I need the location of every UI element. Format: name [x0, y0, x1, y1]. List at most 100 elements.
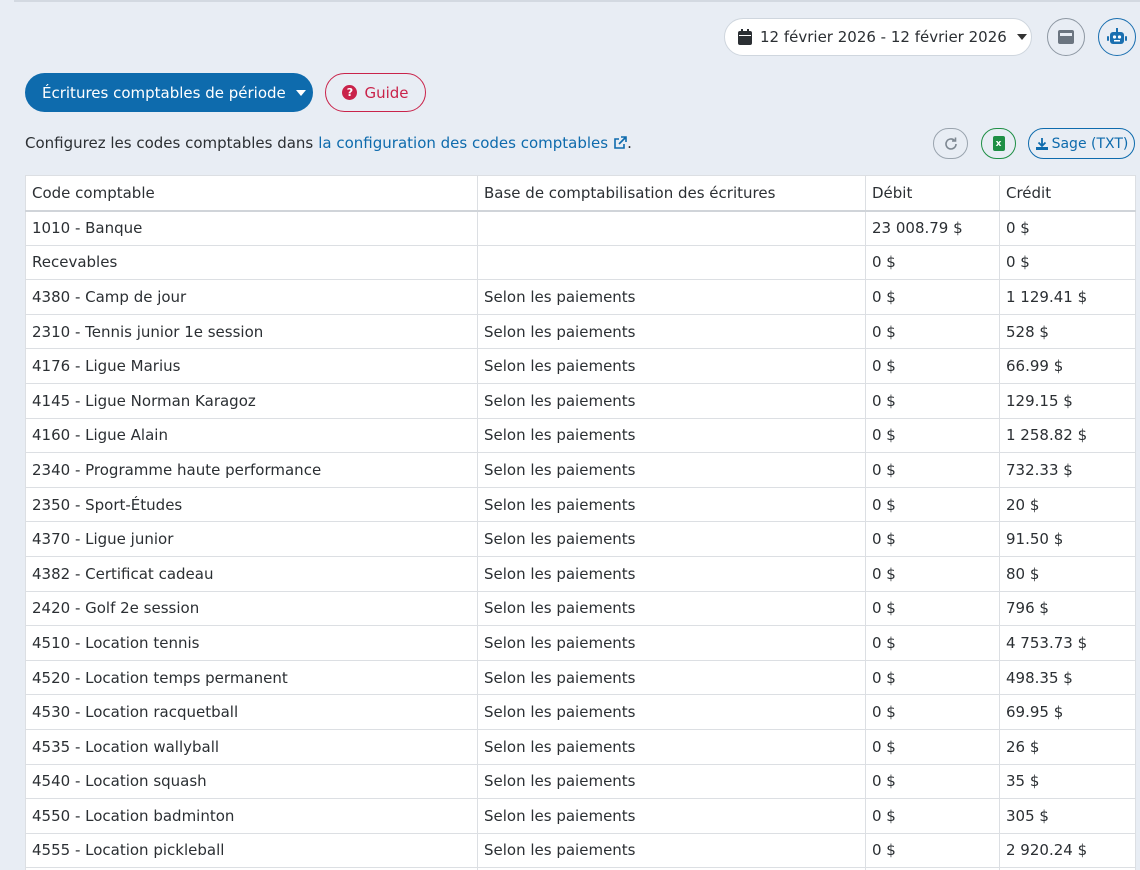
- table-row: 4370 - Ligue junior Selon les paiements 0 …: [25, 521, 1136, 557]
- refresh-button[interactable]: [933, 128, 968, 159]
- export-excel-button[interactable]: x: [981, 128, 1016, 159]
- date-range-picker[interactable]: 12 février 2026 - 12 février 2026: [724, 18, 1032, 56]
- cell-credit: 26 $: [999, 728, 1136, 765]
- cell-code: 2340 - Programme haute performance: [25, 452, 478, 488]
- cell-credit: 1 258.82 $: [999, 417, 1136, 454]
- cell-debit: 0 $: [865, 625, 1000, 661]
- cell-debit: 0 $: [865, 486, 1000, 523]
- cell-basis: Selon les paiements: [477, 486, 866, 523]
- cell-basis: Selon les paiements: [477, 728, 866, 765]
- header-basis[interactable]: Base de comptabilisation des écritures: [477, 175, 866, 212]
- cell-code: 1010 - Banque: [25, 210, 478, 246]
- export-sage-button[interactable]: Sage (TXT): [1028, 128, 1135, 159]
- header-code[interactable]: Code comptable: [25, 175, 478, 212]
- table-row: 4510 - Location tennis Selon les paiement…: [25, 625, 1136, 661]
- table-row: 4380 - Camp de jour Selon les paiements 0 …: [25, 279, 1136, 315]
- header-credit[interactable]: Crédit: [999, 175, 1136, 212]
- cell-code: 4555 - Location pickleball: [25, 832, 478, 869]
- cell-debit: 0 $: [865, 279, 1000, 315]
- cell-code: 4380 - Camp de jour: [25, 279, 478, 315]
- cell-credit: 4 753.73 $: [999, 625, 1136, 661]
- cell-code: 4550 - Location badminton: [25, 798, 478, 834]
- cell-code: 2420 - Golf 2e session: [25, 590, 478, 627]
- cell-debit: 0 $: [865, 521, 1000, 557]
- cell-code: 4370 - Ligue junior: [25, 521, 478, 557]
- cell-basis: Selon les paiements: [477, 521, 866, 557]
- cell-credit: 91.50 $: [999, 521, 1136, 557]
- cell-debit: 0 $: [865, 244, 1000, 281]
- cell-credit: 498.35 $: [999, 659, 1136, 696]
- printer-icon: [1058, 30, 1074, 44]
- cell-debit: 0 $: [865, 728, 1000, 765]
- accounting-entries-table-wrapper: Code comptable Base de comptabilisation …: [25, 175, 1136, 870]
- table-row: 2340 - Programme haute performance Selon …: [25, 452, 1136, 488]
- cell-credit: 0 $: [999, 210, 1136, 246]
- cell-code: 4510 - Location tennis: [25, 625, 478, 661]
- hint-text: Configurez les codes comptables dans: [25, 134, 314, 152]
- table-row: 4145 - Ligue Norman Karagoz Selon les pai…: [25, 382, 1136, 419]
- cell-credit: 0 $: [999, 244, 1136, 281]
- table-row: 4176 - Ligue Marius Selon les paiements 0 …: [25, 348, 1136, 384]
- accounting-codes-config-link[interactable]: la configuration des codes comptables: [318, 134, 608, 152]
- calendar-icon: [738, 29, 752, 45]
- cell-debit: 0 $: [865, 590, 1000, 627]
- cell-code: 4176 - Ligue Marius: [25, 348, 478, 384]
- cell-code: 4535 - Location wallyball: [25, 728, 478, 765]
- cell-basis: Selon les paiements: [477, 694, 866, 730]
- table-row: 4550 - Location badminton Selon les paiem…: [25, 798, 1136, 834]
- table-row: 4555 - Location pickleball Selon les paie…: [25, 832, 1136, 869]
- cell-code: Recevables: [25, 244, 478, 281]
- assistant-button[interactable]: [1098, 18, 1136, 56]
- refresh-icon: [944, 137, 957, 150]
- header-debit[interactable]: Débit: [865, 175, 1000, 212]
- cell-basis: Selon les paiements: [477, 313, 866, 350]
- cell-credit: 35 $: [999, 763, 1136, 800]
- cell-debit: 0 $: [865, 763, 1000, 800]
- cell-debit: 0 $: [865, 313, 1000, 350]
- table-row: 4382 - Certificat cadeau Selon les paieme…: [25, 555, 1136, 592]
- cell-debit: 0 $: [865, 382, 1000, 419]
- download-icon: [1035, 137, 1048, 150]
- cell-basis: Selon les paiements: [477, 555, 866, 592]
- external-link-icon[interactable]: [613, 136, 627, 150]
- print-button[interactable]: [1047, 18, 1085, 56]
- cell-credit: 528 $: [999, 313, 1136, 350]
- top-divider: [14, 0, 1140, 2]
- guide-button[interactable]: ? Guide: [325, 73, 426, 112]
- cell-basis: Selon les paiements: [477, 382, 866, 419]
- cell-debit: 0 $: [865, 555, 1000, 592]
- table-row: 1010 - Banque 23 008.79 $0 $: [25, 210, 1136, 246]
- cell-credit: 66.99 $: [999, 348, 1136, 384]
- cell-basis: [477, 210, 866, 246]
- cell-debit: 0 $: [865, 348, 1000, 384]
- cell-basis: Selon les paiements: [477, 590, 866, 627]
- period-entries-dropdown[interactable]: Écritures comptables de période: [25, 73, 313, 112]
- chevron-down-icon: [295, 89, 306, 96]
- cell-basis: Selon les paiements: [477, 625, 866, 661]
- cell-credit: 732.33 $: [999, 452, 1136, 488]
- cell-credit: 1 129.41 $: [999, 279, 1136, 315]
- table-row: 2350 - Sport-Études Selon les paiements 0 …: [25, 486, 1136, 523]
- cell-basis: Selon les paiements: [477, 348, 866, 384]
- cell-basis: Selon les paiements: [477, 798, 866, 834]
- cell-debit: 0 $: [865, 832, 1000, 869]
- cell-basis: Selon les paiements: [477, 417, 866, 454]
- configuration-hint: Configurez les codes comptables dans la …: [25, 134, 632, 152]
- table-row: 4535 - Location wallyball Selon les paiem…: [25, 728, 1136, 765]
- table-row: Recevables 0 $0 $: [25, 244, 1136, 281]
- cell-basis: [477, 244, 866, 281]
- cell-code: 4540 - Location squash: [25, 763, 478, 800]
- cell-basis: Selon les paiements: [477, 763, 866, 800]
- table-row: 2310 - Tennis junior 1e session Selon les…: [25, 313, 1136, 350]
- table-row: 4530 - Location racquetball Selon les pai…: [25, 694, 1136, 730]
- question-circle-icon: ?: [342, 85, 358, 100]
- cell-code: 2350 - Sport-Études: [25, 486, 478, 523]
- table-row: 4520 - Location temps permanent Selon les…: [25, 659, 1136, 696]
- cell-credit: 69.95 $: [999, 694, 1136, 730]
- accounting-entries-table: Code comptable Base de comptabilisation …: [25, 175, 1136, 870]
- cell-code: 4530 - Location racquetball: [25, 694, 478, 730]
- table-row: 2420 - Golf 2e session Selon les paiement…: [25, 590, 1136, 627]
- cell-code: 4160 - Ligue Alain: [25, 417, 478, 454]
- cell-basis: Selon les paiements: [477, 832, 866, 869]
- cell-code: 4145 - Ligue Norman Karagoz: [25, 382, 478, 419]
